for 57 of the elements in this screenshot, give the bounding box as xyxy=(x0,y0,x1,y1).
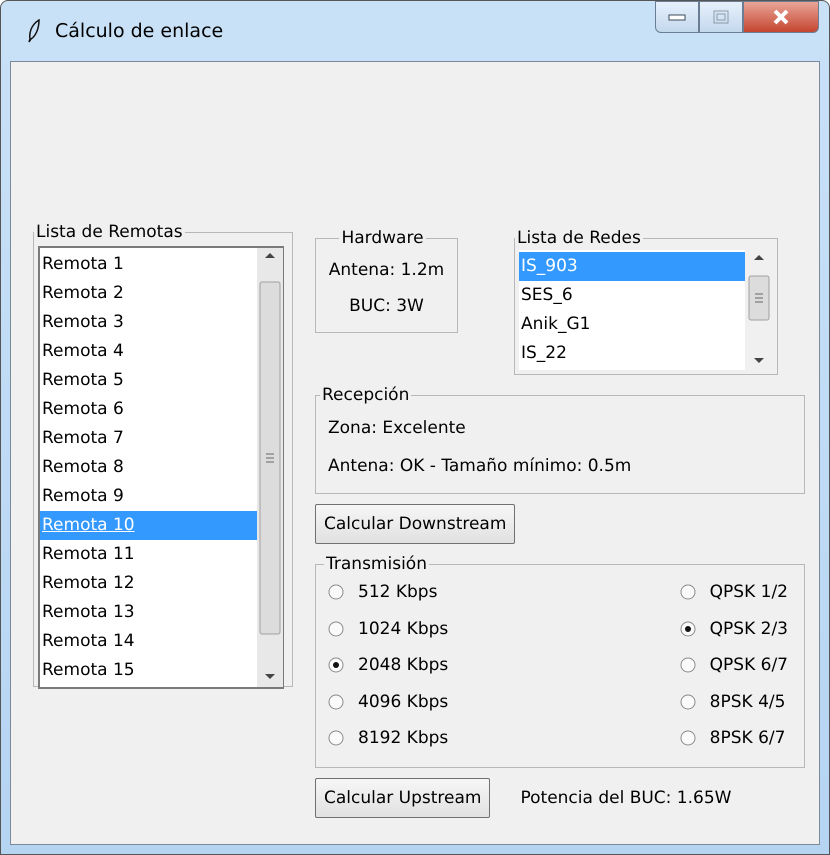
radio-label: QPSK 2/3 xyxy=(710,618,788,639)
radio-button[interactable] xyxy=(328,584,344,600)
minimize-button[interactable] xyxy=(655,1,699,33)
list-item[interactable]: Anik_G1 xyxy=(519,310,745,339)
maximize-button[interactable] xyxy=(699,1,743,33)
info-text: Antena: OK - Tamaño mínimo: 0.5m xyxy=(327,455,632,478)
list-item[interactable]: Remota 15 xyxy=(40,656,257,685)
radio-label: QPSK 1/2 xyxy=(710,582,788,602)
radio-button[interactable] xyxy=(328,730,344,746)
buc-power-text: Potencia del BUC: 1.65W xyxy=(520,788,732,808)
radio-label: 1024 Kbps xyxy=(358,618,448,639)
radio-button[interactable] xyxy=(680,620,696,637)
radio-label: QPSK 6/7 xyxy=(710,655,788,676)
window-title: Cálculo de enlace xyxy=(55,20,224,42)
radio-button[interactable] xyxy=(328,620,344,637)
radio-label: 8192 Kbps xyxy=(358,728,448,748)
close-button[interactable] xyxy=(743,1,819,33)
radio-button[interactable] xyxy=(680,730,696,746)
radio-button[interactable] xyxy=(328,694,344,710)
radio-button[interactable] xyxy=(680,694,696,710)
list-item[interactable]: Remota 8 xyxy=(40,453,257,482)
list-item[interactable]: Remota 3 xyxy=(40,308,257,337)
radio-label: 512 Kbps xyxy=(358,582,438,602)
minimize-icon xyxy=(668,13,686,21)
list-item[interactable]: Remota 2 xyxy=(40,279,257,308)
info-text: BUC: 3W xyxy=(348,295,425,318)
radio-button[interactable] xyxy=(680,584,696,600)
maximize-icon xyxy=(713,10,729,24)
list-item[interactable]: Remota 12 xyxy=(40,569,257,598)
upstream-button[interactable]: Calcular Upstream xyxy=(315,778,490,818)
info-text: Antena: 1.2m xyxy=(328,259,446,282)
list-item[interactable]: Remota 14 xyxy=(40,627,257,656)
list-item[interactable]: Remota 11 xyxy=(40,540,257,569)
list-item[interactable]: Remota 1 xyxy=(40,250,257,279)
downstream-button[interactable]: Calcular Downstream xyxy=(315,504,516,544)
group-title: Hardware xyxy=(340,228,425,248)
group-title: Lista de Remotas xyxy=(35,222,184,242)
radio-label: 8PSK 4/5 xyxy=(710,692,786,712)
group-title: Transmisión xyxy=(325,554,428,574)
radio-label: 4096 Kbps xyxy=(358,692,448,712)
list-item[interactable]: Remota 13 xyxy=(40,598,257,627)
list-item[interactable]: SES_6 xyxy=(519,281,745,310)
list-item[interactable]: Remota 4 xyxy=(40,337,257,366)
radio-button[interactable] xyxy=(328,657,344,674)
list-item[interactable]: Remota 9 xyxy=(40,482,257,511)
radio-label: 8PSK 6/7 xyxy=(710,728,786,748)
feather-icon xyxy=(27,19,41,43)
list-item[interactable]: IS_22 xyxy=(519,339,745,368)
list-item[interactable]: Remota 7 xyxy=(40,424,257,453)
info-text: Zona: Excelente xyxy=(327,417,467,440)
group-title: Recepción xyxy=(321,385,410,405)
list-item[interactable]: Remota 5 xyxy=(40,366,257,395)
close-icon xyxy=(772,9,790,25)
radio-button[interactable] xyxy=(680,657,696,674)
group-title: Lista de Redes xyxy=(516,228,642,248)
list-item[interactable]: Remota 6 xyxy=(40,395,257,424)
radio-label: 2048 Kbps xyxy=(358,655,448,676)
